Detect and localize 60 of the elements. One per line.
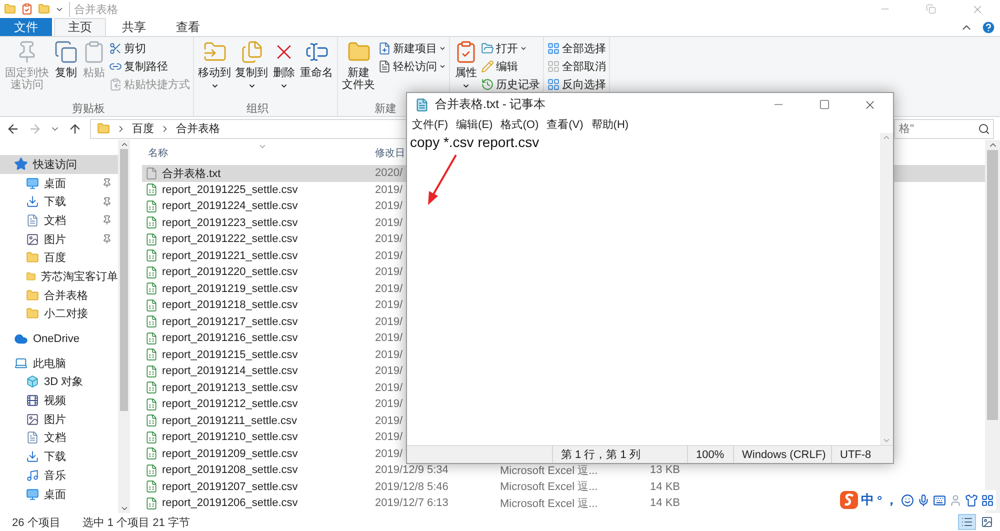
file-name: report_20191215_settle.csv: [162, 348, 298, 361]
date-cell-text: 2019/: [375, 348, 404, 361]
type-cell-text: Microsoft Excel 逗...: [500, 496, 599, 511]
date-cell-text: 2019/: [375, 365, 404, 378]
date-cell-text: 2019/12/7 6:13: [375, 497, 450, 510]
date-cell-text: 2019/: [375, 282, 404, 295]
date-cell-text: 2019/: [375, 184, 404, 196]
date-cell-text: 2019/: [375, 332, 404, 344]
date-cell-text: 2019/: [375, 233, 404, 246]
group-label: 剪贴板: [72, 102, 105, 116]
file-name: report_20191206_settle.csv: [162, 497, 298, 510]
file-name: report_20191212_settle.csv: [162, 398, 298, 410]
file-name: report_20191214_settle.csv: [162, 365, 298, 378]
date-cell-text: 2019/12/8 5:46: [375, 480, 450, 493]
file-name: report_20191221_settle.csv: [162, 250, 298, 262]
status-text: 100%: [687, 446, 733, 463]
file-name: report_20191210_settle.csv: [162, 431, 298, 444]
date-cell-text: 2020/: [375, 167, 404, 180]
file-name: report_20191207_settle.csv: [162, 480, 298, 493]
date-cell-text: 2019/: [375, 382, 404, 394]
type-cell-text: Microsoft Excel 逗...: [500, 480, 599, 494]
file-name: report_20191218_settle.csv: [162, 299, 298, 312]
file-name: report_20191213_settle.csv: [162, 382, 298, 394]
date-cell-text: 2019/: [375, 266, 404, 278]
file-name: report_20191209_settle.csv: [162, 448, 298, 460]
file-name: report_20191223_settle.csv: [162, 216, 298, 229]
date-cell-text: 2019/: [375, 398, 404, 410]
status-text: UTF-8: [831, 446, 893, 463]
date-cell-text: 2019/: [375, 250, 404, 262]
status-text: Windows (CRLF): [733, 446, 831, 463]
window-title: 合并表格: [69, 2, 118, 16]
file-name: report_20191216_settle.csv: [162, 332, 298, 344]
date-cell-text: 2019/: [375, 448, 404, 460]
date-cell-text: 2019/: [375, 216, 404, 229]
selection-info: 选中 1 个项目 21 字节: [82, 516, 190, 530]
group-label: 组织: [246, 102, 268, 116]
group-label: 新建: [374, 102, 396, 116]
file-name: report_20191219_settle.csv: [162, 282, 298, 295]
file-name: 合并表格.txt: [162, 166, 221, 181]
date-cell-text: 2019/: [375, 431, 404, 444]
file-name: report_20191220_settle.csv: [162, 266, 298, 278]
item-count: 26 个项目: [12, 516, 60, 530]
window-title: 合并表格.txt - 记事本: [435, 96, 546, 113]
file-name: report_20191224_settle.csv: [162, 200, 298, 212]
date-cell-text: 2019/: [375, 200, 404, 212]
size-cell-text: 13 KB: [649, 464, 680, 476]
text-content: copy *.csv report.csv: [410, 134, 540, 150]
date-cell-text: 2019/12/9 5:34: [375, 464, 450, 476]
date-cell-text: 2019/: [375, 316, 404, 328]
file-name: report_20191211_settle.csv: [162, 414, 297, 427]
type-cell-text: Microsoft Excel 逗...: [500, 464, 599, 478]
file-name: report_20191222_settle.csv: [162, 233, 298, 246]
size-cell-text: 14 KB: [649, 480, 680, 493]
status-text: 第 1 行，第 1 列: [552, 446, 687, 463]
file-name: report_20191225_settle.csv: [162, 184, 298, 196]
date-cell-text: 2019/: [375, 299, 404, 312]
file-name: report_20191208_settle.csv: [162, 464, 298, 476]
size-cell-text: 14 KB: [649, 497, 680, 510]
file-name: report_20191217_settle.csv: [162, 316, 298, 328]
date-cell-text: 2019/: [375, 414, 404, 427]
